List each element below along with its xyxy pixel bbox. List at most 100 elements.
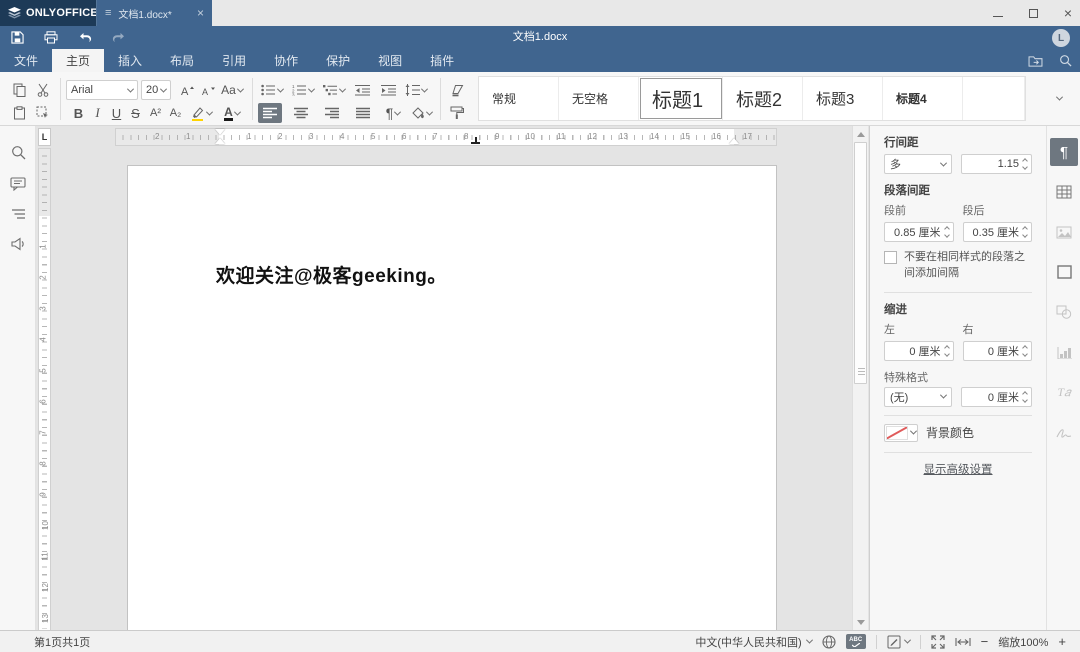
zoom-in-button[interactable]: + <box>1058 634 1066 649</box>
window-minimize-icon[interactable] <box>993 16 1003 17</box>
style-item-empty[interactable] <box>963 77 1025 120</box>
style-item[interactable]: 常规 <box>479 77 559 120</box>
spinner-arrows[interactable] <box>1023 392 1027 402</box>
comments-icon[interactable] <box>8 174 28 194</box>
style-item[interactable]: 标题4 <box>883 77 963 120</box>
nonprinting-characters-button[interactable]: ¶ <box>379 103 407 123</box>
change-case-button[interactable]: Aa <box>219 80 245 100</box>
tab-stop-marker[interactable] <box>471 137 480 143</box>
tab-close-icon[interactable]: × <box>197 6 204 20</box>
window-close-icon[interactable]: × <box>1064 6 1072 20</box>
decrease-font-size-button[interactable]: A <box>198 80 218 100</box>
superscript-button[interactable]: A² <box>146 103 165 123</box>
bullets-button[interactable] <box>258 80 286 100</box>
line-spacing-select[interactable]: 多 <box>884 154 952 174</box>
document-paragraph[interactable]: 欢迎关注@极客geeking。 <box>216 261 776 288</box>
zoom-out-button[interactable]: − <box>981 634 989 649</box>
style-item[interactable]: 标题3 <box>803 77 883 120</box>
first-line-indent-marker[interactable] <box>215 129 225 135</box>
numbering-button[interactable]: 123 <box>289 80 317 100</box>
align-center-button[interactable] <box>289 103 313 123</box>
chart-settings-icon[interactable] <box>1050 338 1078 366</box>
search-icon[interactable] <box>1059 54 1072 67</box>
show-advanced-settings-link[interactable]: 显示高级设置 <box>924 464 993 476</box>
page-count-indicator[interactable]: 第1页共1页 <box>34 634 90 650</box>
paragraph-shading-button[interactable] <box>407 103 435 123</box>
feedback-icon[interactable] <box>8 234 28 254</box>
indent-left-spinbox[interactable]: 0 厘米 <box>884 341 954 361</box>
ribbon-tab[interactable]: 协作 <box>260 49 312 72</box>
vertical-scrollbar[interactable] <box>852 126 868 630</box>
special-indent-spinbox[interactable]: 0 厘米 <box>961 387 1032 407</box>
font-size-combo[interactable]: 20 <box>141 80 171 100</box>
increase-font-size-button[interactable]: A <box>177 80 197 100</box>
multilevel-list-button[interactable] <box>320 80 348 100</box>
scroll-down-icon[interactable] <box>853 614 868 630</box>
spinner-arrows[interactable] <box>1023 346 1027 356</box>
window-maximize-icon[interactable] <box>1029 9 1038 18</box>
fit-page-icon[interactable] <box>931 635 945 649</box>
user-avatar[interactable]: L <box>1052 29 1070 47</box>
underline-button[interactable]: U <box>108 103 125 123</box>
ribbon-tab[interactable]: 插件 <box>416 49 468 72</box>
document-tab[interactable]: ≡ 文档1.docx* × <box>96 0 212 26</box>
spinner-arrows[interactable] <box>945 346 949 356</box>
highlight-color-button[interactable] <box>187 103 215 123</box>
style-item[interactable]: 标题2 <box>723 77 803 120</box>
ribbon-tab[interactable]: 主页 <box>52 49 104 72</box>
horizontal-ruler[interactable]: 211234567891011121314151617 <box>115 128 777 146</box>
paragraph-settings-icon[interactable]: ¶ <box>1050 138 1078 166</box>
decrease-indent-button[interactable] <box>351 80 373 100</box>
table-settings-icon[interactable] <box>1050 178 1078 206</box>
document-page[interactable]: 欢迎关注@极客geeking。 <box>127 165 777 630</box>
paste-button[interactable] <box>8 103 30 123</box>
align-justify-button[interactable] <box>351 103 375 123</box>
right-indent-marker[interactable] <box>729 138 739 144</box>
document-canvas[interactable]: 欢迎关注@极客geeking。 <box>51 148 852 630</box>
find-icon[interactable] <box>8 142 28 162</box>
scroll-up-icon[interactable] <box>853 126 868 142</box>
spinner-arrows[interactable] <box>1023 159 1027 169</box>
track-changes-button[interactable] <box>887 635 910 649</box>
ribbon-tab[interactable]: 视图 <box>364 49 416 72</box>
italic-button[interactable]: I <box>89 103 106 123</box>
open-file-location-icon[interactable] <box>1028 55 1043 67</box>
same-style-spacing-checkbox[interactable] <box>884 251 897 264</box>
align-left-button[interactable] <box>258 103 282 123</box>
style-item[interactable]: 标题1 <box>639 77 723 120</box>
navigation-headings-icon[interactable] <box>8 204 28 224</box>
select-all-button[interactable] <box>32 103 54 123</box>
font-family-combo[interactable]: Arial <box>66 80 138 100</box>
spacing-after-spinbox[interactable]: 0.35 厘米 <box>963 222 1033 242</box>
cut-button[interactable] <box>32 80 54 100</box>
ribbon-tab[interactable]: 布局 <box>156 49 208 72</box>
fit-width-icon[interactable] <box>955 637 971 647</box>
spinner-arrows[interactable] <box>1023 227 1027 237</box>
tab-stop-selector[interactable]: L <box>38 128 51 146</box>
set-language-globe-icon[interactable] <box>822 635 836 649</box>
vertical-ruler[interactable]: 12345678910111213 <box>38 148 51 630</box>
image-settings-icon[interactable] <box>1050 218 1078 246</box>
styles-gallery-more-button[interactable] <box>1046 76 1072 121</box>
ribbon-tab[interactable]: 引用 <box>208 49 260 72</box>
bold-button[interactable]: B <box>70 103 87 123</box>
align-right-button[interactable] <box>320 103 344 123</box>
scrollbar-thumb[interactable] <box>854 142 867 384</box>
line-spacing-button[interactable] <box>401 80 431 100</box>
spacing-before-spinbox[interactable]: 0.85 厘米 <box>884 222 954 242</box>
language-selector[interactable]: 中文(中华人民共和国) <box>695 634 811 650</box>
background-color-swatch[interactable] <box>884 424 918 442</box>
special-indent-select[interactable]: (无) <box>884 387 952 407</box>
shape-settings-icon[interactable] <box>1050 298 1078 326</box>
strikeout-button[interactable]: S <box>127 103 144 123</box>
spell-check-icon[interactable]: ABC <box>846 634 866 649</box>
ribbon-tab[interactable]: 文件 <box>0 49 52 72</box>
copy-button[interactable] <box>8 80 30 100</box>
indent-right-spinbox[interactable]: 0 厘米 <box>963 341 1033 361</box>
spinner-arrows[interactable] <box>945 227 949 237</box>
style-item[interactable]: 无空格 <box>559 77 639 120</box>
ribbon-tab[interactable]: 保护 <box>312 49 364 72</box>
font-color-button[interactable]: A <box>218 103 246 123</box>
signature-settings-icon[interactable] <box>1050 418 1078 446</box>
tab-menu-icon[interactable]: ≡ <box>105 7 111 19</box>
